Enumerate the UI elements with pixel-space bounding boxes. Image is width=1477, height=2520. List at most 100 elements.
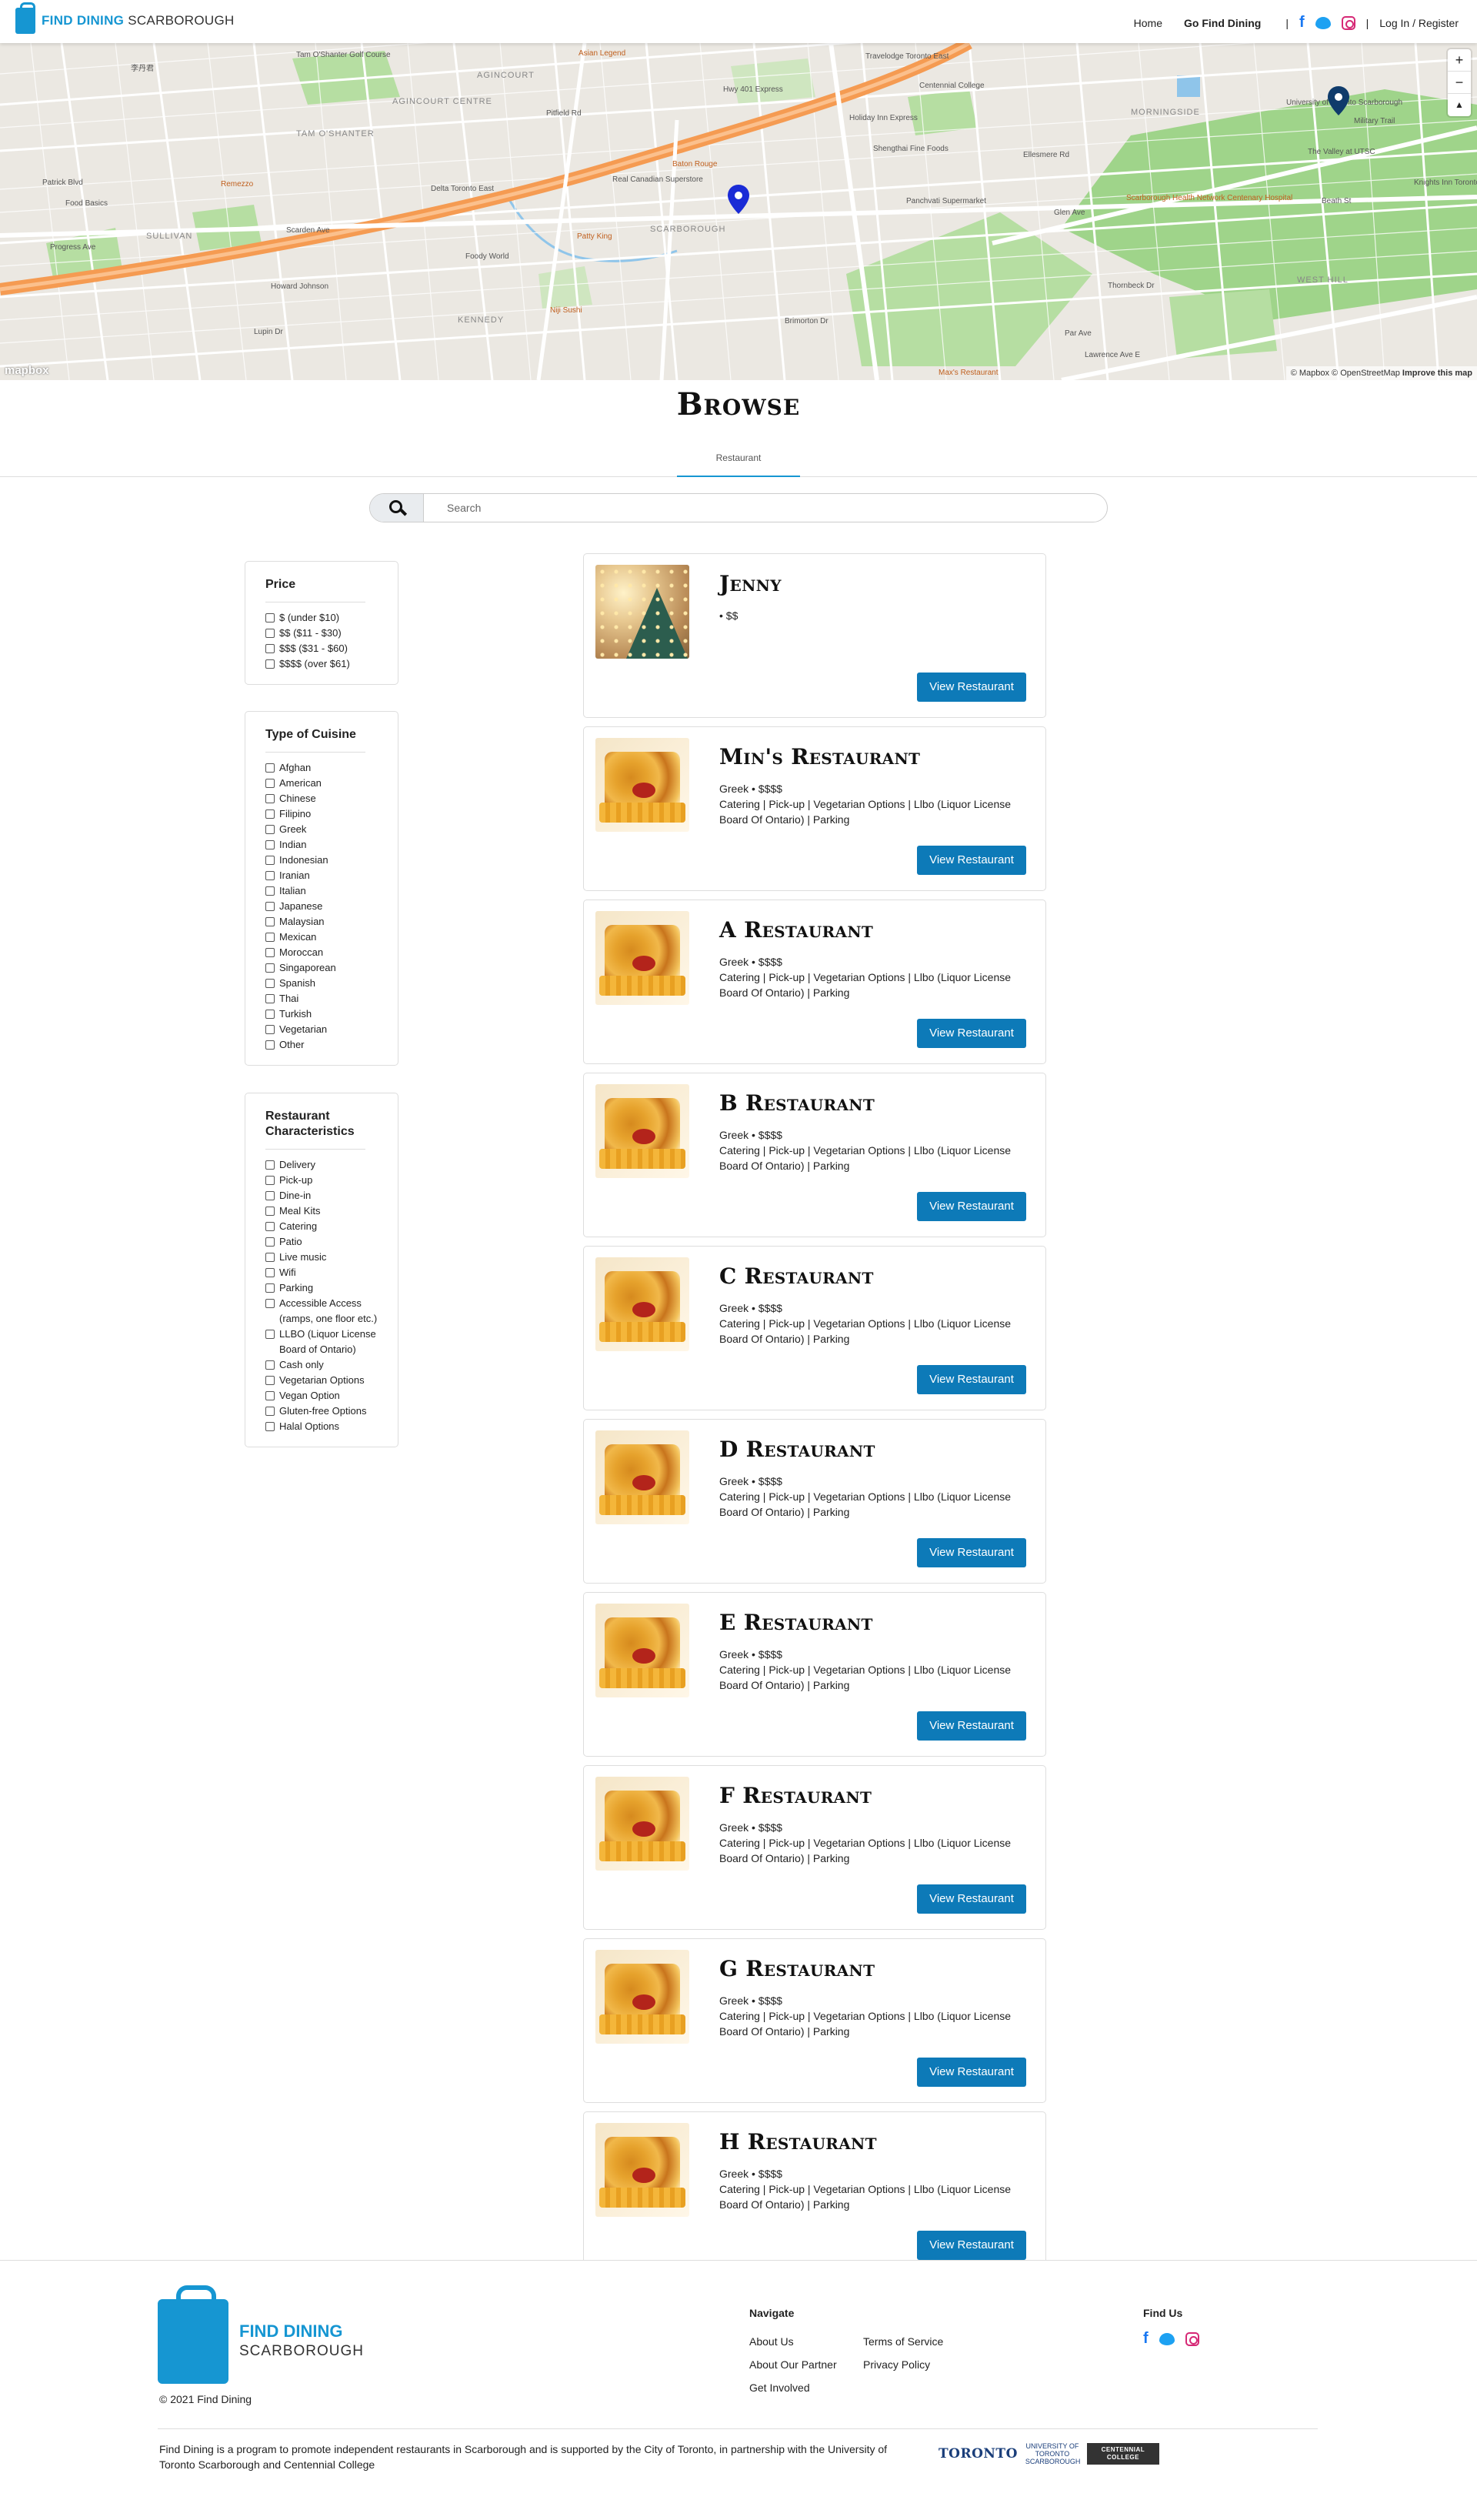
checkbox[interactable]	[265, 994, 275, 1003]
search-button[interactable]	[370, 494, 424, 522]
restaurant-image[interactable]	[595, 2123, 689, 2217]
cuisine-option[interactable]: Japanese	[265, 899, 398, 914]
checkbox[interactable]	[265, 1330, 275, 1339]
characteristic-option[interactable]: Gluten-free Options	[265, 1404, 398, 1419]
site-logo[interactable]: FIND DINING SCARBOROUGH	[15, 2, 235, 34]
characteristic-option[interactable]: Vegan Option	[265, 1388, 398, 1404]
restaurant-image[interactable]	[595, 911, 689, 1005]
checkbox[interactable]	[265, 809, 275, 819]
characteristic-option[interactable]: Accessible Access (ramps, one floor etc.…	[265, 1296, 398, 1327]
restaurant-name[interactable]: B Restaurant	[719, 1090, 875, 1116]
price-option[interactable]: $$$ ($31 - $60)	[265, 641, 398, 656]
checkbox[interactable]	[265, 933, 275, 942]
checkbox[interactable]	[265, 794, 275, 803]
checkbox[interactable]	[265, 1253, 275, 1262]
checkbox[interactable]	[265, 825, 275, 834]
checkbox[interactable]	[265, 613, 275, 622]
checkbox[interactable]	[265, 871, 275, 880]
checkbox[interactable]	[265, 1025, 275, 1034]
characteristic-option[interactable]: Halal Options	[265, 1419, 398, 1434]
restaurant-image[interactable]	[595, 1430, 689, 1524]
facebook-icon[interactable]: f	[1143, 2330, 1149, 2348]
checkbox[interactable]	[265, 948, 275, 957]
nav-go-find-dining-link[interactable]: Go Find Dining	[1184, 17, 1261, 29]
characteristic-option[interactable]: Delivery	[265, 1157, 398, 1173]
checkbox[interactable]	[265, 902, 275, 911]
cuisine-option[interactable]: Filipino	[265, 806, 398, 822]
restaurant-image[interactable]	[595, 565, 689, 659]
restaurant-name[interactable]: A Restaurant	[719, 917, 873, 943]
checkbox[interactable]	[265, 1422, 275, 1431]
twitter-icon[interactable]	[1315, 16, 1331, 29]
view-restaurant-button[interactable]: View Restaurant	[917, 1019, 1026, 1048]
cuisine-option[interactable]: Indian	[265, 837, 398, 853]
restaurant-name[interactable]: F Restaurant	[719, 1783, 872, 1808]
cuisine-option[interactable]: Indonesian	[265, 853, 398, 868]
checkbox[interactable]	[265, 1283, 275, 1293]
restaurant-name[interactable]: D Restaurant	[719, 1437, 875, 1462]
instagram-icon[interactable]	[1185, 2331, 1199, 2346]
price-option[interactable]: $$ ($11 - $30)	[265, 626, 398, 641]
improve-map-link[interactable]: Improve this map	[1402, 369, 1472, 378]
checkbox[interactable]	[265, 917, 275, 926]
checkbox[interactable]	[265, 963, 275, 973]
compass-button[interactable]: ▲	[1448, 94, 1471, 116]
footer-logo[interactable]: FIND DINING SCARBOROUGH	[158, 2285, 364, 2384]
restaurant-image[interactable]	[595, 1777, 689, 1871]
checkbox[interactable]	[265, 644, 275, 653]
characteristic-option[interactable]: Patio	[265, 1234, 398, 1250]
cuisine-option[interactable]: Iranian	[265, 868, 398, 883]
view-restaurant-button[interactable]: View Restaurant	[917, 1538, 1026, 1567]
restaurant-image[interactable]	[595, 1084, 689, 1178]
footer-link-about-us[interactable]: About Us	[749, 2330, 848, 2353]
characteristic-option[interactable]: Parking	[265, 1280, 398, 1296]
cuisine-option[interactable]: Chinese	[265, 791, 398, 806]
nav-home-link[interactable]: Home	[1134, 17, 1162, 29]
attribution-text[interactable]: © Mapbox © OpenStreetMap	[1291, 369, 1400, 378]
checkbox[interactable]	[265, 1268, 275, 1277]
view-restaurant-button[interactable]: View Restaurant	[917, 673, 1026, 702]
cuisine-option[interactable]: Afghan	[265, 760, 398, 776]
restaurant-name[interactable]: E Restaurant	[719, 1610, 873, 1635]
mapbox-logo[interactable]: mapbox	[5, 364, 49, 377]
cuisine-option[interactable]: Spanish	[265, 976, 398, 991]
checkbox[interactable]	[265, 1299, 275, 1308]
footer-link-terms[interactable]: Terms of Service	[863, 2330, 943, 2353]
zoom-in-button[interactable]: +	[1448, 49, 1471, 72]
restaurant-name[interactable]: H Restaurant	[719, 2129, 877, 2155]
view-restaurant-button[interactable]: View Restaurant	[917, 1365, 1026, 1394]
restaurant-name[interactable]: Min's Restaurant	[719, 744, 920, 769]
cuisine-option[interactable]: Moroccan	[265, 945, 398, 960]
checkbox[interactable]	[265, 1391, 275, 1400]
view-restaurant-button[interactable]: View Restaurant	[917, 1192, 1026, 1221]
checkbox[interactable]	[265, 1191, 275, 1200]
zoom-out-button[interactable]: −	[1448, 72, 1471, 94]
restaurant-name[interactable]: C Restaurant	[719, 1263, 874, 1289]
twitter-icon[interactable]	[1159, 2332, 1175, 2345]
view-restaurant-button[interactable]: View Restaurant	[917, 1884, 1026, 1914]
restaurant-map[interactable]: AGINCOURT CENTRE AGINCOURT TAM O'SHANTER…	[0, 43, 1477, 380]
instagram-icon[interactable]	[1341, 15, 1355, 30]
checkbox[interactable]	[265, 659, 275, 669]
checkbox[interactable]	[265, 979, 275, 988]
checkbox[interactable]	[265, 1207, 275, 1216]
restaurant-image[interactable]	[595, 1257, 689, 1351]
price-option[interactable]: $$$$ (over $61)	[265, 656, 398, 672]
checkbox[interactable]	[265, 1040, 275, 1050]
characteristic-option[interactable]: Pick-up	[265, 1173, 398, 1188]
cuisine-option[interactable]: Mexican	[265, 930, 398, 945]
checkbox[interactable]	[265, 629, 275, 638]
characteristic-option[interactable]: Live music	[265, 1250, 398, 1265]
restaurant-name[interactable]: G Restaurant	[719, 1956, 875, 1981]
city-of-toronto-logo[interactable]: TORONTO	[939, 2446, 1018, 2462]
cuisine-option[interactable]: Vegetarian	[265, 1022, 398, 1037]
checkbox[interactable]	[265, 779, 275, 788]
view-restaurant-button[interactable]: View Restaurant	[917, 846, 1026, 875]
checkbox[interactable]	[265, 1360, 275, 1370]
characteristic-option[interactable]: Catering	[265, 1219, 398, 1234]
restaurant-image[interactable]	[595, 1604, 689, 1697]
footer-link-get-involved[interactable]: Get Involved	[749, 2376, 848, 2399]
restaurant-name[interactable]: Jenny	[719, 571, 782, 596]
search-input[interactable]	[432, 494, 1093, 522]
price-option[interactable]: $ (under $10)	[265, 610, 398, 626]
